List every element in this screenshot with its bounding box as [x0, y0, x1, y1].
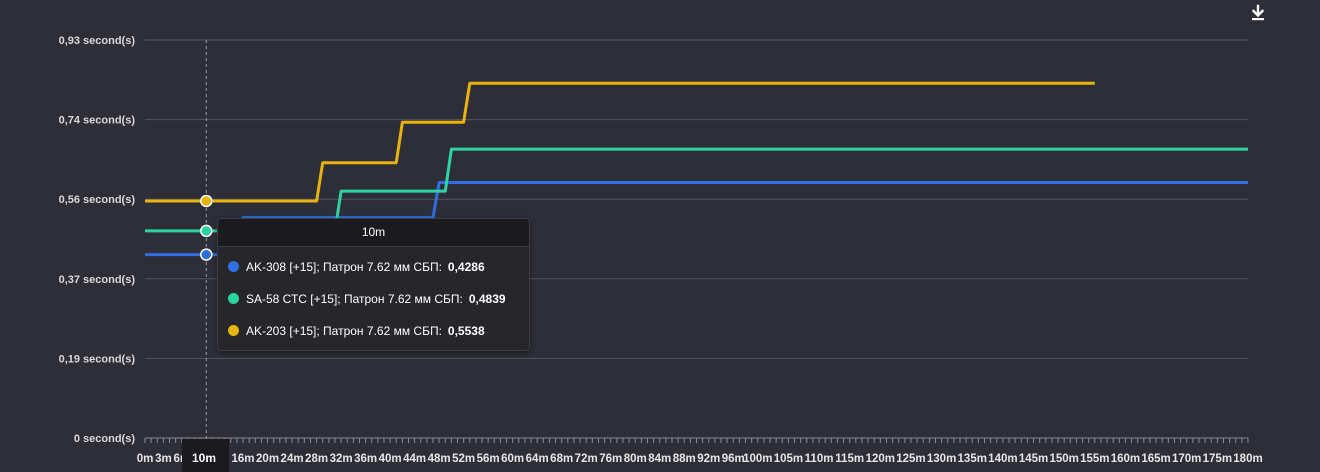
x-tick-label: 76m — [599, 453, 622, 465]
tooltip-row-value: 0,5538 — [447, 324, 485, 338]
line-chart: 0 second(s) 0,19 second(s) 0,37 second(s) 0… — [59, 35, 1263, 465]
hover-marker — [200, 224, 213, 238]
tooltip-row-sa58: SA-58 СТС [+15]; Патрон 7.62 мм СБП: 0,48… — [228, 289, 506, 309]
x-tick-label: 20m — [256, 453, 279, 465]
x-tick-label: 64m — [526, 453, 549, 465]
x-tick-label: 115m — [835, 453, 864, 465]
x-tick-label: 40m — [379, 453, 402, 465]
x-tick-label: 92m — [697, 453, 720, 465]
y-tick-label: 0,37 second(s) — [59, 274, 136, 286]
hover-tooltip: 10m AK-308 [+15]; Патрон 7.62 мм СБП: 0,4… — [217, 218, 530, 351]
hover-markers — [200, 194, 213, 261]
x-tick-label: 48m — [428, 453, 451, 465]
download-icon[interactable] — [1249, 4, 1267, 22]
y-tick-label: 0 second(s) — [74, 433, 135, 445]
tooltip-row-ak203: AK-203 [+15]; Патрон 7.62 мм СБП: 0,5538 — [228, 321, 485, 341]
x-tick-label: 72m — [575, 453, 598, 465]
x-tick-label: 84m — [648, 453, 671, 465]
x-tick-label: 175m — [1203, 453, 1232, 465]
x-tick-label: 56m — [477, 453, 500, 465]
x-tick-label: 120m — [866, 453, 895, 465]
series-dot-icon — [228, 293, 239, 304]
x-tick-label: 96m — [722, 453, 745, 465]
hover-marker — [200, 248, 213, 261]
hover-marker — [200, 194, 213, 208]
x-tick-label: 150m — [1049, 453, 1078, 465]
tooltip-row-label: AK-308 [+15]; Патрон 7.62 мм СБП: — [246, 260, 442, 274]
tooltip-row-label: AK-203 [+15]; Патрон 7.62 мм СБП: — [246, 324, 442, 338]
x-tick-label: 60m — [501, 453, 524, 465]
tooltip-row-ak308: AK-308 [+15]; Патрон 7.62 мм СБП: 0,4286 — [228, 257, 485, 277]
y-axis: 0 second(s) 0,19 second(s) 0,37 second(s) 0… — [59, 35, 136, 445]
x-axis-hover-label: 10m — [192, 451, 217, 465]
x-tick-label: 180m — [1233, 453, 1262, 465]
tooltip-row-value: 0,4839 — [468, 292, 506, 306]
x-tick-label: 3m — [155, 453, 172, 465]
x-tick-label: 155m — [1080, 453, 1109, 465]
x-tick-label: 0m — [137, 453, 154, 465]
x-tick-label: 170m — [1172, 453, 1201, 465]
x-tick-label: 44m — [403, 453, 426, 465]
tooltip-title: 10m — [218, 219, 529, 247]
y-tick-label: 0,74 second(s) — [59, 115, 136, 127]
x-tick-label: 165m — [1141, 453, 1170, 465]
x-tick-label: 68m — [550, 453, 573, 465]
y-tick-label: 0,19 second(s) — [59, 353, 136, 365]
tooltip-row-value: 0,4286 — [447, 260, 485, 274]
series-dot-icon — [228, 261, 239, 272]
x-tick-label: 145m — [1019, 453, 1048, 465]
x-tick-label: 88m — [673, 453, 696, 465]
x-tick-label: 80m — [624, 453, 647, 465]
x-axis: 0m3m6m16m20m24m28m32m36m40m44m48m52m56m6… — [137, 438, 1263, 465]
tooltip-row-label: SA-58 СТС [+15]; Патрон 7.62 мм СБП: — [246, 292, 463, 306]
x-tick-label: 140m — [988, 453, 1017, 465]
x-tick-label: 130m — [927, 453, 956, 465]
y-tick-label: 0,56 second(s) — [59, 194, 136, 206]
x-tick-label: 160m — [1111, 453, 1140, 465]
x-tick-label: 24m — [281, 453, 304, 465]
x-tick-label: 135m — [958, 453, 987, 465]
y-tick-label: 0,93 second(s) — [59, 35, 136, 47]
x-tick-label: 110m — [805, 453, 834, 465]
x-tick-label: 52m — [452, 453, 475, 465]
x-tick-label: 36m — [354, 453, 377, 465]
x-tick-label: 105m — [774, 453, 803, 465]
x-tick-label: 32m — [330, 453, 353, 465]
x-tick-label: 16m — [232, 453, 255, 465]
x-tick-label: 28m — [305, 453, 328, 465]
series-dot-icon — [228, 325, 239, 336]
x-tick-label: 125m — [896, 453, 925, 465]
x-tick-label: 100m — [743, 453, 772, 465]
